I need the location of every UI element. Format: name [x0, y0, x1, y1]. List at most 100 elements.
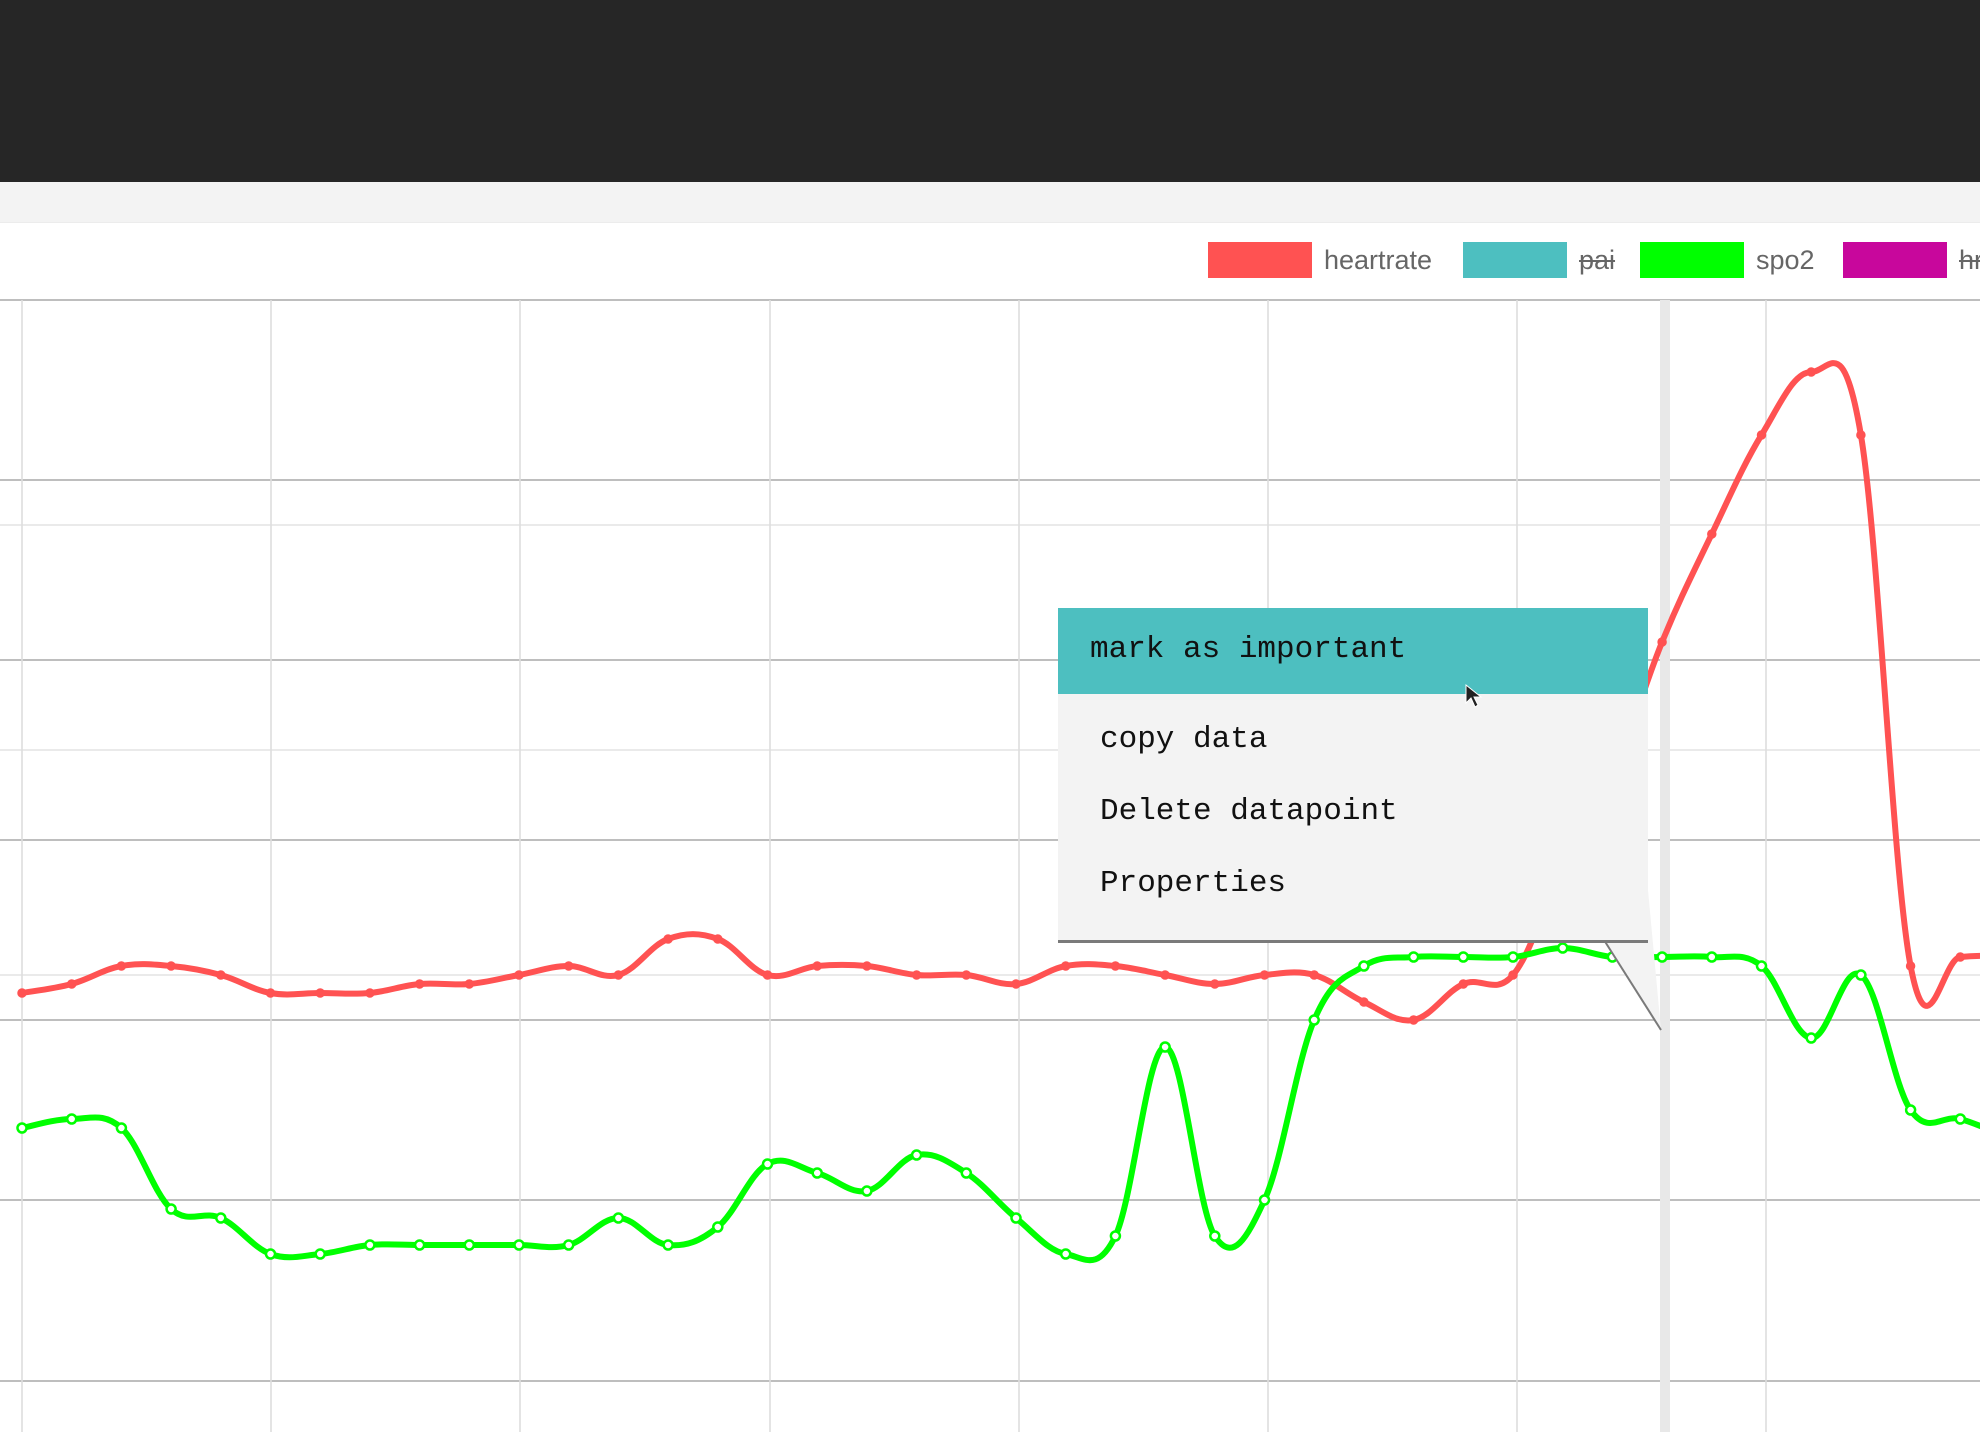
data-point-heartrate[interactable]	[216, 970, 226, 980]
data-point-spo2[interactable]	[215, 1212, 227, 1224]
data-point-spo2[interactable]	[1507, 951, 1519, 963]
data-point-spo2[interactable]	[1805, 1032, 1817, 1044]
legend-item-pai[interactable]: pai	[1463, 242, 1615, 278]
data-point-spo2[interactable]	[1457, 951, 1470, 963]
data-point-heartrate[interactable]	[1955, 952, 1966, 962]
data-point-heartrate[interactable]	[1508, 970, 1518, 980]
data-point-heartrate[interactable]	[663, 934, 673, 944]
data-point-heartrate[interactable]	[1110, 961, 1121, 971]
data-point-heartrate[interactable]	[1458, 979, 1469, 989]
menu-item-copy-data[interactable]: copy data	[1058, 704, 1648, 776]
data-point-heartrate[interactable]	[762, 970, 773, 980]
data-point-heartrate[interactable]	[1657, 637, 1667, 647]
data-point-spo2[interactable]	[910, 1149, 923, 1161]
data-point-heartrate[interactable]	[1210, 979, 1220, 989]
legend-label-hr: hr	[1959, 244, 1980, 275]
data-point-heartrate[interactable]	[1756, 430, 1767, 440]
legend-swatch-hr	[1843, 242, 1947, 278]
data-point-heartrate[interactable]	[17, 988, 27, 998]
data-point-spo2[interactable]	[1904, 1104, 1917, 1116]
data-point-heartrate[interactable]	[1259, 970, 1270, 980]
legend-item-spo2[interactable]: spo2	[1640, 242, 1815, 278]
data-point-heartrate[interactable]	[1856, 430, 1866, 440]
legend-swatch-spo2	[1640, 242, 1744, 278]
data-point-spo2[interactable]	[1706, 951, 1718, 963]
legend-item-heartrate[interactable]: heartrate	[1208, 242, 1432, 278]
data-point-heartrate[interactable]	[1160, 970, 1170, 980]
line-chart	[0, 299, 1980, 1432]
menu-item-mark-as-important[interactable]: mark as important	[1058, 608, 1648, 694]
data-point-heartrate[interactable]	[1408, 1015, 1419, 1025]
data-point-spo2[interactable]	[612, 1212, 625, 1224]
data-point-heartrate[interactable]	[862, 961, 872, 971]
data-point-heartrate[interactable]	[1905, 961, 1916, 971]
data-point-spo2[interactable]	[562, 1239, 575, 1251]
menu-item-label: copy data	[1100, 722, 1268, 757]
data-point-heartrate[interactable]	[1011, 979, 1021, 989]
data-point-heartrate[interactable]	[713, 934, 723, 944]
data-point-spo2[interactable]	[1606, 951, 1619, 963]
data-point-spo2[interactable]	[1358, 960, 1370, 972]
chart-legend: heartrate pai spo2 hr	[0, 222, 1980, 298]
data-point-spo2[interactable]	[1954, 1113, 1967, 1125]
data-point-spo2[interactable]	[1556, 942, 1569, 954]
data-point-heartrate[interactable]	[563, 961, 574, 971]
menu-item-label: mark as important	[1090, 632, 1407, 667]
menu-item-delete-datapoint[interactable]: Delete datapoint	[1058, 776, 1648, 848]
data-point-heartrate[interactable]	[1806, 367, 1816, 377]
data-point-spo2[interactable]	[1855, 969, 1867, 981]
data-point-heartrate[interactable]	[66, 979, 77, 989]
data-point-heartrate[interactable]	[961, 970, 972, 980]
data-point-spo2[interactable]	[960, 1167, 973, 1179]
chart-grid	[0, 299, 1980, 1432]
data-point-spo2[interactable]	[761, 1158, 774, 1170]
data-point-heartrate[interactable]	[265, 988, 276, 998]
context-menu: mark as important copy data Delete datap…	[1058, 608, 1648, 943]
data-point-heartrate[interactable]	[1707, 529, 1717, 539]
data-point-spo2[interactable]	[16, 1122, 28, 1134]
hover-indicator-line	[1660, 300, 1670, 1432]
data-point-spo2[interactable]	[1059, 1248, 1072, 1260]
data-point-heartrate[interactable]	[1359, 997, 1369, 1007]
data-point-heartrate[interactable]	[315, 988, 325, 998]
data-point-spo2[interactable]	[861, 1185, 873, 1197]
data-point-spo2[interactable]	[463, 1239, 476, 1251]
data-point-heartrate[interactable]	[613, 970, 624, 980]
data-point-spo2[interactable]	[264, 1248, 277, 1260]
data-point-spo2[interactable]	[65, 1113, 78, 1125]
legend-label-spo2: spo2	[1756, 244, 1815, 275]
data-point-spo2[interactable]	[413, 1239, 426, 1251]
data-point-spo2[interactable]	[1755, 960, 1768, 972]
data-point-heartrate[interactable]	[514, 970, 524, 980]
data-point-spo2[interactable]	[811, 1167, 823, 1179]
data-point-heartrate[interactable]	[365, 988, 375, 998]
data-point-spo2[interactable]	[1656, 951, 1668, 963]
data-point-heartrate[interactable]	[464, 979, 475, 989]
data-point-heartrate[interactable]	[414, 979, 425, 989]
data-point-heartrate[interactable]	[1309, 970, 1319, 980]
data-point-spo2[interactable]	[314, 1248, 326, 1260]
data-point-spo2[interactable]	[1407, 951, 1420, 963]
data-point-spo2[interactable]	[1308, 1014, 1320, 1026]
data-point-spo2[interactable]	[1159, 1041, 1171, 1053]
data-point-spo2[interactable]	[1209, 1230, 1221, 1242]
data-point-spo2[interactable]	[712, 1221, 724, 1233]
mouse-cursor-icon	[1465, 683, 1483, 708]
data-point-heartrate[interactable]	[116, 961, 127, 971]
data-point-spo2[interactable]	[165, 1203, 177, 1215]
data-point-spo2[interactable]	[513, 1239, 525, 1251]
data-point-spo2[interactable]	[1258, 1194, 1271, 1206]
data-point-spo2[interactable]	[1109, 1230, 1122, 1242]
data-point-heartrate[interactable]	[1060, 961, 1071, 971]
data-point-spo2[interactable]	[1010, 1212, 1022, 1224]
data-point-spo2[interactable]	[115, 1122, 128, 1134]
data-point-spo2[interactable]	[364, 1239, 376, 1251]
legend-item-hr[interactable]: hr	[1843, 242, 1980, 278]
data-point-heartrate[interactable]	[812, 961, 822, 971]
menu-item-properties[interactable]: Properties	[1058, 848, 1648, 920]
data-point-heartrate[interactable]	[166, 961, 176, 971]
legend-swatch-pai	[1463, 242, 1567, 278]
menu-item-label: Delete datapoint	[1100, 794, 1398, 829]
data-point-heartrate[interactable]	[911, 970, 922, 980]
data-point-spo2[interactable]	[662, 1239, 674, 1251]
